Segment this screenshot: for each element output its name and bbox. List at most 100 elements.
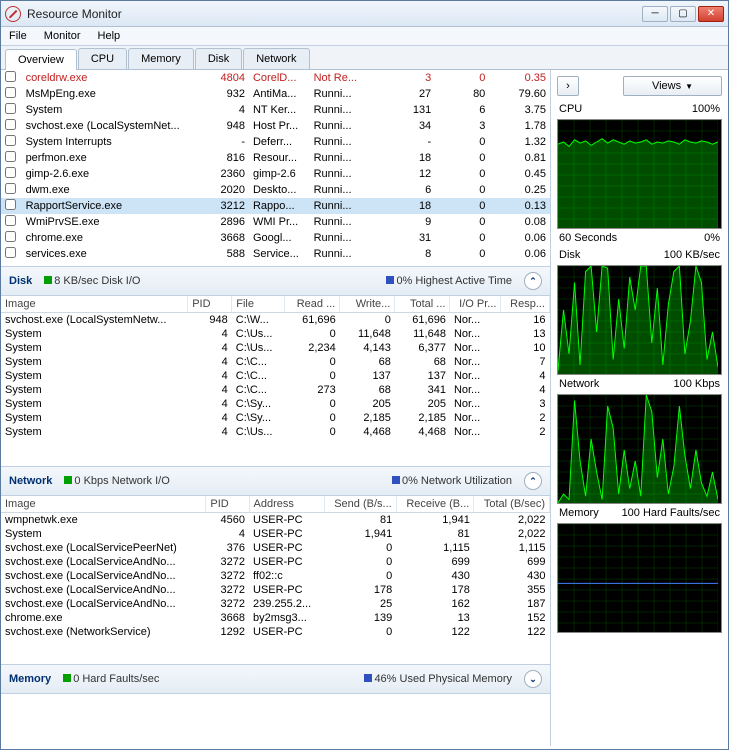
close-button[interactable]: ✕ [698,6,724,22]
column-header[interactable]: PID [188,296,232,313]
process-checkbox[interactable] [5,135,16,146]
network-title: Network [9,475,52,487]
graph-label-right: 100 Kbps [674,378,720,390]
table-row[interactable]: svchost.exe (LocalServiceAndNo...3272USE… [1,583,550,597]
table-row[interactable]: System4C:\C...27368341Nor...4 [1,383,550,397]
process-checkbox[interactable] [5,119,16,130]
process-checkbox[interactable] [5,71,16,82]
expand-button[interactable]: ⌄ [524,670,542,688]
table-row[interactable]: System4C:\C...06868Nor...7 [1,355,550,369]
table-row[interactable]: svchost.exe (LocalServiceAndNo...3272ff0… [1,569,550,583]
column-header[interactable]: Receive (B... [396,496,474,513]
graph-network [557,394,722,504]
table-row[interactable]: dwm.exe2020Deskto...Runni... 600.25 [1,182,550,198]
column-header[interactable]: Address [249,496,324,513]
column-header[interactable]: Send (B/s... [325,496,397,513]
table-row[interactable]: MsMpEng.exe932AntiMa...Runni... 278079.6… [1,86,550,102]
graph-cpu [557,119,722,229]
tab-disk[interactable]: Disk [195,48,242,69]
minimize-button[interactable]: ─ [642,6,668,22]
collapse-button[interactable]: ⌃ [524,472,542,490]
disk-title: Disk [9,275,32,287]
process-checkbox[interactable] [5,183,16,194]
table-row[interactable]: RapportService.exe3212Rappo...Runni... 1… [1,198,550,214]
table-row[interactable]: svchost.exe (LocalServiceAndNo...3272239… [1,597,550,611]
maximize-button[interactable]: ▢ [670,6,696,22]
table-row[interactable]: perfmon.exe816Resour...Runni... 1800.81 [1,150,550,166]
process-checkbox[interactable] [5,247,16,258]
graph-memory [557,523,722,633]
table-row[interactable]: System4USER-PC1,941812,022 [1,527,550,541]
menu-help[interactable]: Help [98,30,121,42]
chevron-down-icon: ▼ [685,82,693,91]
graph-label-left: Network [559,378,599,390]
process-checkbox[interactable] [5,199,16,210]
column-header[interactable]: I/O Pr... [450,296,501,313]
column-header[interactable]: File [232,296,285,313]
memory-section-header[interactable]: Memory 0 Hard Faults/sec 46% Used Physic… [1,664,550,694]
blue-dot-icon [364,674,372,682]
overview-process-table: coreldrw.exe4804CorelD...Not Re... 300.3… [1,70,550,262]
graph-label-left: Memory [559,507,599,519]
table-row[interactable]: System4C:\Us...2,2344,1436,377Nor...10 [1,341,550,355]
disk-section-header[interactable]: Disk 8 KB/sec Disk I/O 0% Highest Active… [1,266,550,296]
column-header[interactable]: Image [1,296,188,313]
table-row[interactable]: wmpnetwk.exe4560USER-PC811,9412,022 [1,513,550,528]
process-checkbox[interactable] [5,151,16,162]
column-header[interactable]: Resp... [501,296,550,313]
process-checkbox[interactable] [5,167,16,178]
titlebar[interactable]: Resource Monitor ─ ▢ ✕ [1,1,728,27]
table-row[interactable]: System4C:\Us...011,64811,648Nor...13 [1,327,550,341]
network-section-header[interactable]: Network 0 Kbps Network I/O 0% Network Ut… [1,466,550,496]
process-checkbox[interactable] [5,87,16,98]
column-header[interactable]: Write... [340,296,395,313]
table-row[interactable]: svchost.exe (LocalSystemNetw...948C:\W..… [1,313,550,328]
table-row[interactable]: WmiPrvSE.exe2896WMI Pr...Runni... 900.08 [1,214,550,230]
column-header[interactable]: PID [206,496,249,513]
process-checkbox[interactable] [5,103,16,114]
table-row[interactable]: coreldrw.exe4804CorelD...Not Re... 300.3… [1,70,550,86]
views-button[interactable]: Views▼ [623,76,722,96]
table-row[interactable]: chrome.exe3668Googl...Runni... 3100.06 [1,230,550,246]
table-row[interactable]: services.exe588Service...Runni... 800.06 [1,246,550,262]
table-row[interactable]: svchost.exe (NetworkService)1292USER-PC0… [1,625,550,639]
process-checkbox[interactable] [5,231,16,242]
graph-panel: › Views▼ CPU100% 60 Seconds0%Disk100 KB/… [550,70,728,746]
collapse-button[interactable]: ⌃ [524,272,542,290]
tab-memory[interactable]: Memory [128,48,194,69]
graph-disk [557,265,722,375]
blue-dot-icon [392,476,400,484]
table-row[interactable]: gimp-2.6.exe2360gimp-2.6Runni... 1200.45 [1,166,550,182]
menu-monitor[interactable]: Monitor [44,30,81,42]
column-header[interactable]: Total (B/sec) [474,496,550,513]
nav-button[interactable]: › [557,76,579,96]
table-row[interactable]: svchost.exe (LocalServicePeerNet)376USER… [1,541,550,555]
graph-label-left: Disk [559,249,580,261]
table-row[interactable]: System4C:\Sy...02,1852,185Nor...2 [1,411,550,425]
green-dot-icon [44,276,52,284]
table-row[interactable]: System4C:\C...0137137Nor...4 [1,369,550,383]
column-header[interactable]: Total ... [395,296,450,313]
tabs: Overview CPU Memory Disk Network [1,46,728,70]
column-header[interactable]: Read ... [285,296,340,313]
menubar: File Monitor Help [1,27,728,46]
graph-label-right: 100 KB/sec [664,249,720,261]
graph-label-right: 100% [692,103,720,115]
table-row[interactable]: System Interrupts-Deferr...Runni... -01.… [1,134,550,150]
table-row[interactable]: chrome.exe3668by2msg3...13913152 [1,611,550,625]
table-row[interactable]: svchost.exe (LocalSystemNet...948Host Pr… [1,118,550,134]
tab-overview[interactable]: Overview [5,49,77,70]
green-dot-icon [64,476,72,484]
column-header[interactable]: Image [1,496,206,513]
process-checkbox[interactable] [5,215,16,226]
app-icon [5,6,21,22]
green-dot-icon [63,674,71,682]
tab-cpu[interactable]: CPU [78,48,127,69]
table-row[interactable]: svchost.exe (LocalServiceAndNo...3272USE… [1,555,550,569]
memory-title: Memory [9,673,51,685]
table-row[interactable]: System4C:\Sy...0205205Nor...3 [1,397,550,411]
tab-network[interactable]: Network [243,48,309,69]
menu-file[interactable]: File [9,30,27,42]
table-row[interactable]: System4C:\Us...04,4684,468Nor...2 [1,425,550,439]
table-row[interactable]: System4NT Ker...Runni... 13163.75 [1,102,550,118]
